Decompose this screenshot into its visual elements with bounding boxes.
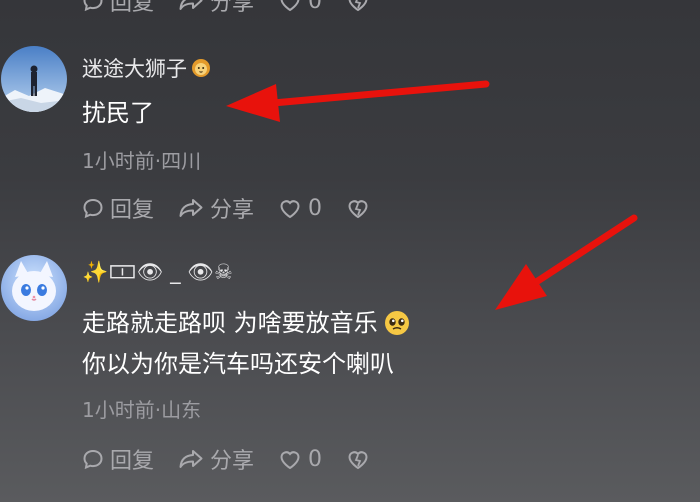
- arrow-to-comment-1: [226, 80, 490, 122]
- annotation-arrows: [226, 80, 638, 310]
- arrow-to-comment-2: [495, 214, 638, 310]
